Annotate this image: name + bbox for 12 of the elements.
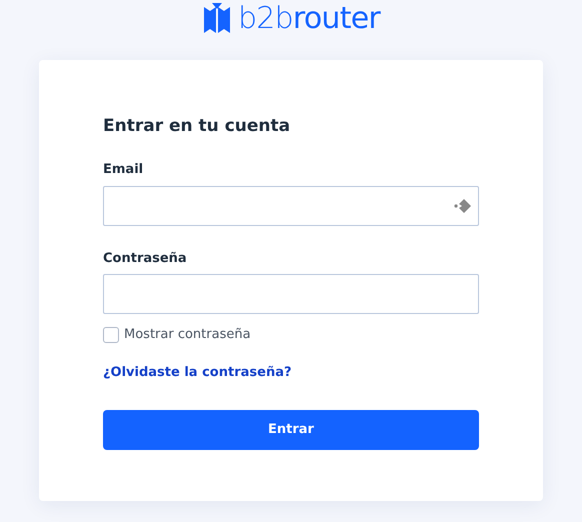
logo-text: b2brouter [238, 4, 380, 34]
show-password-label: Mostrar contraseña [124, 326, 251, 344]
autofill-icon[interactable] [454, 198, 472, 214]
field-label: Email [103, 161, 144, 179]
form-title: Entrar en tu cuenta [103, 115, 292, 138]
show-password-checkbox[interactable] [103, 327, 119, 343]
input-field[interactable] [103, 274, 479, 314]
submit-button[interactable]: Entrar [103, 410, 479, 450]
input-field[interactable] [103, 186, 479, 226]
field-label: Contraseña [103, 250, 188, 268]
logo-icon [202, 3, 232, 35]
forgot-password-link[interactable]: ¿Olvidaste la contraseña? [103, 363, 292, 382]
